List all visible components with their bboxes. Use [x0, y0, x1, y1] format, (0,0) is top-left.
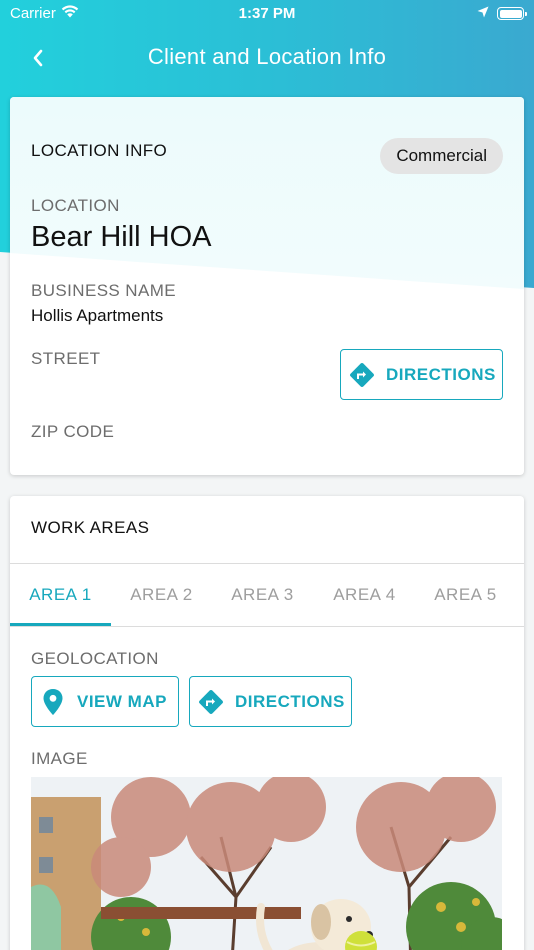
location-info-card: LOCATION INFO Commercial LOCATION Bear H… [10, 97, 524, 475]
status-bar: Carrier 1:37 PM [0, 0, 534, 28]
location-name: Bear Hill HOA [31, 221, 212, 253]
view-map-label: VIEW MAP [77, 691, 167, 711]
work-area-photo[interactable] [31, 777, 502, 950]
work-areas-card: WORK AREAS AREA 1 AREA 2 AREA 3 AREA 4 A… [10, 496, 524, 950]
tab-area-4[interactable]: AREA 4 [314, 564, 415, 626]
battery-icon [497, 7, 527, 20]
location-label: LOCATION [31, 196, 120, 215]
street-label: STREET [31, 349, 101, 368]
area-directions-button[interactable]: DIRECTIONS [189, 676, 352, 727]
tab-area-1[interactable]: AREA 1 [10, 564, 111, 626]
zip-code-label: ZIP CODE [31, 422, 115, 441]
business-name-value: Hollis Apartments [31, 306, 164, 325]
work-areas-heading: WORK AREAS [31, 518, 150, 537]
tab-area-3[interactable]: AREA 3 [212, 564, 313, 626]
page-title: Client and Location Info [147, 44, 387, 69]
navigation-bar: Client and Location Info [0, 40, 534, 76]
tab-area-5[interactable]: AREA 5 [415, 564, 516, 626]
geolocation-label: GEOLOCATION [31, 649, 159, 668]
divider [10, 626, 524, 627]
clock: 1:37 PM [238, 5, 296, 22]
photo-illustration [31, 777, 502, 950]
location-arrow-icon [477, 5, 489, 22]
tab-area-2[interactable]: AREA 2 [111, 564, 212, 626]
location-directions-button[interactable]: DIRECTIONS [340, 349, 503, 400]
map-pin-icon [38, 687, 68, 717]
business-name-label: BUSINESS NAME [31, 281, 177, 300]
directions-button-label: DIRECTIONS [386, 364, 496, 384]
view-map-button[interactable]: VIEW MAP [31, 676, 179, 727]
area-directions-label: DIRECTIONS [235, 691, 345, 711]
directions-icon [347, 360, 377, 390]
location-type-chip: Commercial [380, 138, 503, 174]
area-tabs: AREA 1 AREA 2 AREA 3 AREA 4 AREA 5 [10, 564, 524, 626]
location-info-heading: LOCATION INFO [31, 141, 168, 160]
directions-icon [196, 687, 226, 717]
image-label: IMAGE [31, 749, 88, 768]
